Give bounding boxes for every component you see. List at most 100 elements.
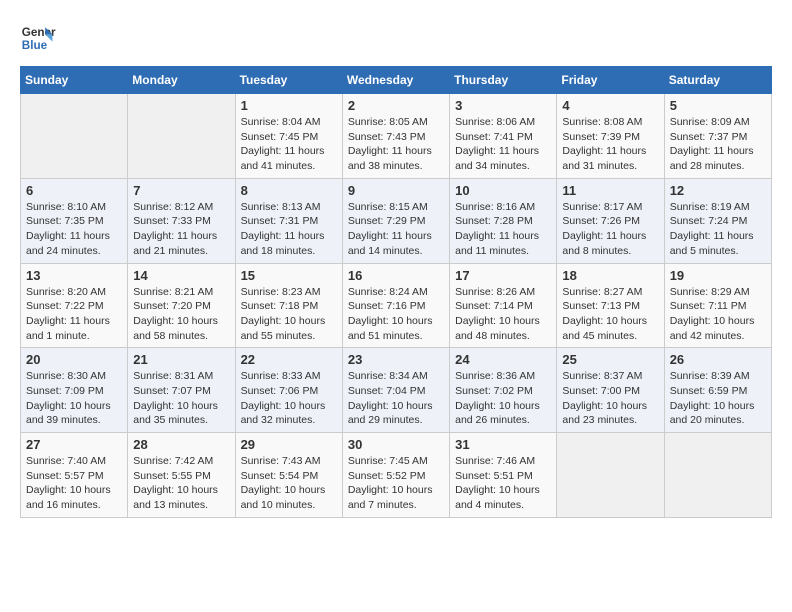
cell-content: Sunrise: 8:09 AMSunset: 7:37 PMDaylight:… (670, 115, 766, 174)
day-number: 28 (133, 437, 229, 452)
day-number: 16 (348, 268, 444, 283)
cell-content: Sunrise: 8:05 AMSunset: 7:43 PMDaylight:… (348, 115, 444, 174)
weekday-row: SundayMondayTuesdayWednesdayThursdayFrid… (21, 67, 772, 94)
cell-content: Sunrise: 8:20 AMSunset: 7:22 PMDaylight:… (26, 285, 122, 344)
svg-text:Blue: Blue (22, 39, 48, 52)
day-number: 7 (133, 183, 229, 198)
cell-content: Sunrise: 8:31 AMSunset: 7:07 PMDaylight:… (133, 369, 229, 428)
calendar-week-row: 13 Sunrise: 8:20 AMSunset: 7:22 PMDayligh… (21, 263, 772, 348)
calendar-cell: 4Sunrise: 8:08 AMSunset: 7:39 PMDaylight… (557, 94, 664, 179)
weekday-header: Wednesday (342, 67, 449, 94)
calendar-cell (557, 433, 664, 518)
cell-content: Sunrise: 8:37 AMSunset: 7:00 PMDaylight:… (562, 369, 658, 428)
day-number: 4 (562, 98, 658, 113)
logo-icon: General Blue (20, 20, 56, 56)
cell-content: Sunrise: 8:17 AMSunset: 7:26 PMDaylight:… (562, 200, 658, 259)
calendar-cell: 11 Sunrise: 8:17 AMSunset: 7:26 PMDayligh… (557, 178, 664, 263)
weekday-header: Thursday (450, 67, 557, 94)
calendar-cell: 19 Sunrise: 8:29 AMSunset: 7:11 PMDayligh… (664, 263, 771, 348)
calendar-cell (128, 94, 235, 179)
calendar-cell: 7 Sunrise: 8:12 AMSunset: 7:33 PMDaylight… (128, 178, 235, 263)
weekday-header: Friday (557, 67, 664, 94)
calendar-cell: 26Sunrise: 8:39 AMSunset: 6:59 PMDayligh… (664, 348, 771, 433)
cell-content: Sunrise: 8:36 AMSunset: 7:02 PMDaylight:… (455, 369, 551, 428)
day-number: 23 (348, 352, 444, 367)
cell-content: Sunrise: 8:24 AMSunset: 7:16 PMDaylight:… (348, 285, 444, 344)
day-number: 26 (670, 352, 766, 367)
cell-content: Sunrise: 8:15 AMSunset: 7:29 PMDaylight:… (348, 200, 444, 259)
calendar-week-row: 6Sunrise: 8:10 AMSunset: 7:35 PMDaylight… (21, 178, 772, 263)
calendar-cell: 22 Sunrise: 8:33 AMSunset: 7:06 PMDayligh… (235, 348, 342, 433)
cell-content: Sunrise: 8:33 AMSunset: 7:06 PMDaylight:… (241, 369, 337, 428)
calendar-cell: 30 Sunrise: 7:45 AMSunset: 5:52 PMDayligh… (342, 433, 449, 518)
day-number: 19 (670, 268, 766, 283)
weekday-header: Sunday (21, 67, 128, 94)
day-number: 22 (241, 352, 337, 367)
calendar-cell: 20Sunrise: 8:30 AMSunset: 7:09 PMDayligh… (21, 348, 128, 433)
day-number: 2 (348, 98, 444, 113)
calendar-cell: 2 Sunrise: 8:05 AMSunset: 7:43 PMDaylight… (342, 94, 449, 179)
calendar-cell: 17Sunrise: 8:26 AMSunset: 7:14 PMDayligh… (450, 263, 557, 348)
calendar-table: SundayMondayTuesdayWednesdayThursdayFrid… (20, 66, 772, 518)
calendar-cell: 12 Sunrise: 8:19 AMSunset: 7:24 PMDayligh… (664, 178, 771, 263)
logo: General Blue (20, 20, 56, 56)
day-number: 3 (455, 98, 551, 113)
calendar-cell (21, 94, 128, 179)
day-number: 30 (348, 437, 444, 452)
cell-content: Sunrise: 7:46 AMSunset: 5:51 PMDaylight:… (455, 454, 551, 513)
cell-content: Sunrise: 7:42 AMSunset: 5:55 PMDaylight:… (133, 454, 229, 513)
day-number: 1 (241, 98, 337, 113)
calendar-cell: 8 Sunrise: 8:13 AMSunset: 7:31 PMDaylight… (235, 178, 342, 263)
page-header: General Blue (20, 20, 772, 56)
day-number: 6 (26, 183, 122, 198)
day-number: 14 (133, 268, 229, 283)
cell-content: Sunrise: 7:45 AMSunset: 5:52 PMDaylight:… (348, 454, 444, 513)
day-number: 13 (26, 268, 122, 283)
weekday-header: Saturday (664, 67, 771, 94)
cell-content: Sunrise: 8:30 AMSunset: 7:09 PMDaylight:… (26, 369, 122, 428)
day-number: 9 (348, 183, 444, 198)
cell-content: Sunrise: 8:13 AMSunset: 7:31 PMDaylight:… (241, 200, 337, 259)
calendar-cell: 1 Sunrise: 8:04 AMSunset: 7:45 PMDaylight… (235, 94, 342, 179)
calendar-cell: 5 Sunrise: 8:09 AMSunset: 7:37 PMDaylight… (664, 94, 771, 179)
calendar-cell: 29Sunrise: 7:43 AMSunset: 5:54 PMDayligh… (235, 433, 342, 518)
calendar-cell: 6Sunrise: 8:10 AMSunset: 7:35 PMDaylight… (21, 178, 128, 263)
cell-content: Sunrise: 8:12 AMSunset: 7:33 PMDaylight:… (133, 200, 229, 259)
day-number: 8 (241, 183, 337, 198)
cell-content: Sunrise: 7:40 AMSunset: 5:57 PMDaylight:… (26, 454, 122, 513)
calendar-cell: 14Sunrise: 8:21 AMSunset: 7:20 PMDayligh… (128, 263, 235, 348)
cell-content: Sunrise: 8:34 AMSunset: 7:04 PMDaylight:… (348, 369, 444, 428)
calendar-body: 1 Sunrise: 8:04 AMSunset: 7:45 PMDaylight… (21, 94, 772, 518)
calendar-cell: 28 Sunrise: 7:42 AMSunset: 5:55 PMDayligh… (128, 433, 235, 518)
cell-content: Sunrise: 8:29 AMSunset: 7:11 PMDaylight:… (670, 285, 766, 344)
calendar-cell: 23 Sunrise: 8:34 AMSunset: 7:04 PMDayligh… (342, 348, 449, 433)
calendar-cell: 31 Sunrise: 7:46 AMSunset: 5:51 PMDayligh… (450, 433, 557, 518)
day-number: 25 (562, 352, 658, 367)
calendar-cell (664, 433, 771, 518)
cell-content: Sunrise: 8:06 AMSunset: 7:41 PMDaylight:… (455, 115, 551, 174)
weekday-header: Tuesday (235, 67, 342, 94)
calendar-header: SundayMondayTuesdayWednesdayThursdayFrid… (21, 67, 772, 94)
day-number: 5 (670, 98, 766, 113)
cell-content: Sunrise: 8:23 AMSunset: 7:18 PMDaylight:… (241, 285, 337, 344)
cell-content: Sunrise: 8:27 AMSunset: 7:13 PMDaylight:… (562, 285, 658, 344)
day-number: 27 (26, 437, 122, 452)
cell-content: Sunrise: 8:04 AMSunset: 7:45 PMDaylight:… (241, 115, 337, 174)
day-number: 11 (562, 183, 658, 198)
cell-content: Sunrise: 8:19 AMSunset: 7:24 PMDaylight:… (670, 200, 766, 259)
calendar-week-row: 1 Sunrise: 8:04 AMSunset: 7:45 PMDaylight… (21, 94, 772, 179)
calendar-cell: 18Sunrise: 8:27 AMSunset: 7:13 PMDayligh… (557, 263, 664, 348)
weekday-header: Monday (128, 67, 235, 94)
calendar-cell: 24Sunrise: 8:36 AMSunset: 7:02 PMDayligh… (450, 348, 557, 433)
cell-content: Sunrise: 8:16 AMSunset: 7:28 PMDaylight:… (455, 200, 551, 259)
day-number: 31 (455, 437, 551, 452)
calendar-cell: 13 Sunrise: 8:20 AMSunset: 7:22 PMDayligh… (21, 263, 128, 348)
calendar-cell: 3 Sunrise: 8:06 AMSunset: 7:41 PMDaylight… (450, 94, 557, 179)
day-number: 15 (241, 268, 337, 283)
calendar-week-row: 27 Sunrise: 7:40 AMSunset: 5:57 PMDayligh… (21, 433, 772, 518)
calendar-cell: 25 Sunrise: 8:37 AMSunset: 7:00 PMDayligh… (557, 348, 664, 433)
day-number: 17 (455, 268, 551, 283)
day-number: 12 (670, 183, 766, 198)
day-number: 10 (455, 183, 551, 198)
calendar-week-row: 20Sunrise: 8:30 AMSunset: 7:09 PMDayligh… (21, 348, 772, 433)
